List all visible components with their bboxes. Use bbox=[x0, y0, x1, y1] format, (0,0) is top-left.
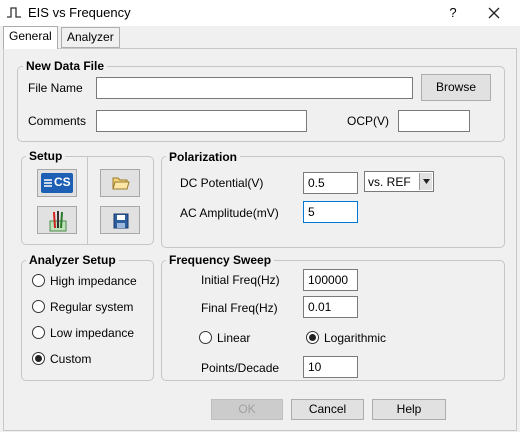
radio-low-impedance[interactable] bbox=[32, 326, 45, 339]
browse-button[interactable]: Browse bbox=[421, 74, 491, 101]
final-freq-label: Final Freq(Hz) bbox=[201, 301, 278, 315]
dc-potential-field[interactable]: 0.5 bbox=[303, 172, 358, 194]
cell-setup-button[interactable] bbox=[37, 206, 77, 234]
low-impedance-label[interactable]: Low impedance bbox=[50, 326, 134, 340]
final-freq-field[interactable]: 0.01 bbox=[303, 296, 358, 318]
tab-analyzer[interactable]: Analyzer bbox=[61, 27, 120, 48]
dc-potential-label: DC Potential(V) bbox=[180, 176, 264, 190]
ok-button[interactable]: OK bbox=[211, 399, 283, 420]
reference-select[interactable]: vs. REF bbox=[364, 171, 434, 192]
new-data-file-label: New Data File bbox=[23, 59, 108, 73]
points-per-decade-field[interactable]: 10 bbox=[303, 356, 358, 378]
ac-amplitude-field[interactable]: 5 bbox=[303, 201, 358, 223]
frequency-sweep-label: Frequency Sweep bbox=[166, 253, 275, 267]
file-name-label: File Name bbox=[28, 81, 83, 95]
regular-system-label[interactable]: Regular system bbox=[50, 300, 133, 314]
save-setup-button[interactable] bbox=[100, 206, 140, 234]
reference-select-value: vs. REF bbox=[368, 175, 411, 189]
tab-general[interactable]: General bbox=[3, 26, 58, 49]
radio-linear[interactable] bbox=[199, 331, 212, 344]
radio-custom[interactable] bbox=[32, 352, 45, 365]
save-icon bbox=[113, 213, 129, 229]
radio-high-impedance[interactable] bbox=[32, 274, 45, 287]
folder-open-icon bbox=[112, 177, 130, 190]
initial-freq-field[interactable]: 100000 bbox=[303, 269, 358, 291]
cancel-button[interactable]: Cancel bbox=[291, 399, 364, 420]
ac-amplitude-label: AC Amplitude(mV) bbox=[180, 206, 279, 220]
chevron-down-icon bbox=[419, 173, 432, 190]
points-per-decade-label: Points/Decade bbox=[201, 361, 280, 375]
logarithmic-label[interactable]: Logarithmic bbox=[324, 331, 386, 345]
radio-regular-system[interactable] bbox=[32, 300, 45, 313]
ocp-field[interactable] bbox=[398, 110, 470, 132]
custom-label[interactable]: Custom bbox=[50, 352, 91, 366]
analyzer-setup-label: Analyzer Setup bbox=[26, 253, 119, 267]
electrodes-icon bbox=[49, 211, 67, 232]
radio-logarithmic[interactable] bbox=[306, 331, 319, 344]
ocp-label: OCP(V) bbox=[347, 114, 389, 128]
comments-field[interactable] bbox=[96, 110, 307, 132]
initial-freq-label: Initial Freq(Hz) bbox=[201, 273, 280, 287]
cs-icon: CS bbox=[41, 173, 73, 193]
high-impedance-label[interactable]: High impedance bbox=[50, 274, 137, 288]
polarization-label: Polarization bbox=[166, 150, 241, 164]
help-button[interactable]: Help bbox=[372, 399, 446, 420]
window-title: EIS vs Frequency bbox=[28, 5, 131, 20]
setup-label: Setup bbox=[26, 149, 66, 163]
cs-icon-text: CS bbox=[54, 175, 71, 189]
close-icon[interactable] bbox=[482, 3, 506, 23]
app-waveform-icon bbox=[6, 5, 22, 21]
help-icon[interactable]: ? bbox=[444, 3, 462, 23]
cs-settings-button[interactable]: CS bbox=[37, 169, 77, 197]
linear-label[interactable]: Linear bbox=[217, 331, 250, 345]
file-name-field[interactable] bbox=[96, 77, 413, 99]
setup-divider bbox=[87, 157, 88, 244]
open-file-button[interactable] bbox=[100, 169, 140, 197]
comments-label: Comments bbox=[28, 114, 87, 128]
